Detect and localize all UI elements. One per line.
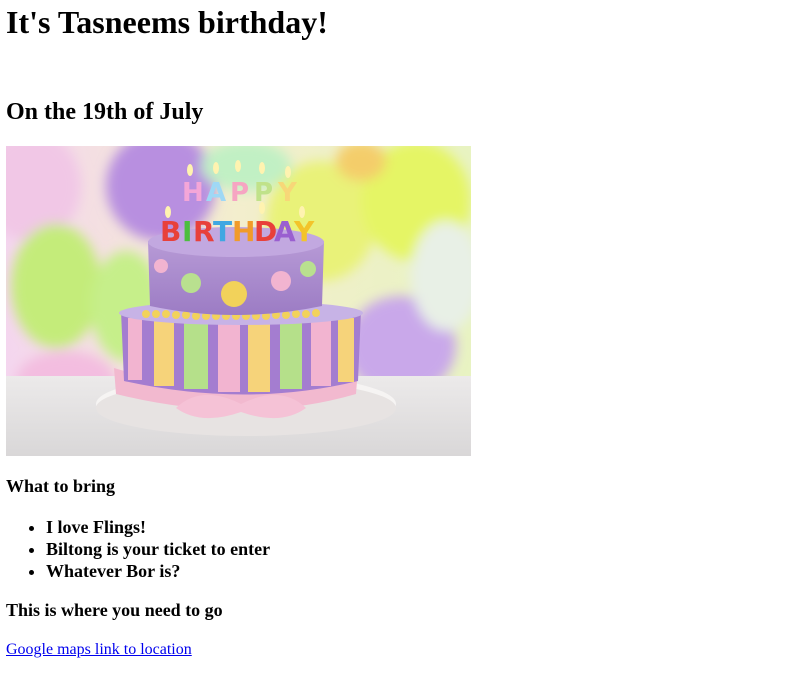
- birthday-cake-image: H A P P Y B I R T H D A Y: [6, 146, 471, 456]
- svg-text:P: P: [230, 178, 249, 208]
- what-to-bring-heading: What to bring: [6, 476, 116, 496]
- svg-text:A: A: [274, 215, 296, 248]
- svg-text:Y: Y: [277, 178, 298, 208]
- list-item: Whatever Bor is?: [46, 560, 270, 582]
- svg-text:H: H: [232, 215, 255, 248]
- svg-text:Y: Y: [293, 215, 315, 248]
- svg-text:H: H: [182, 178, 204, 208]
- svg-text:R: R: [193, 215, 215, 248]
- bring-list: I love Flings! Biltong is your ticket to…: [6, 516, 270, 582]
- svg-text:T: T: [213, 215, 232, 248]
- location-heading: This is where you need to go: [6, 600, 223, 620]
- list-item: Biltong is your ticket to enter: [46, 538, 270, 560]
- google-maps-link[interactable]: Google maps link to location: [6, 640, 192, 659]
- list-item: I love Flings!: [46, 516, 270, 538]
- svg-text:A: A: [206, 178, 226, 208]
- page-title: It's Tasneems birthday!: [6, 4, 328, 40]
- event-date-heading: On the 19th of July: [6, 99, 204, 125]
- svg-text:I: I: [182, 215, 192, 248]
- svg-text:B: B: [160, 215, 181, 248]
